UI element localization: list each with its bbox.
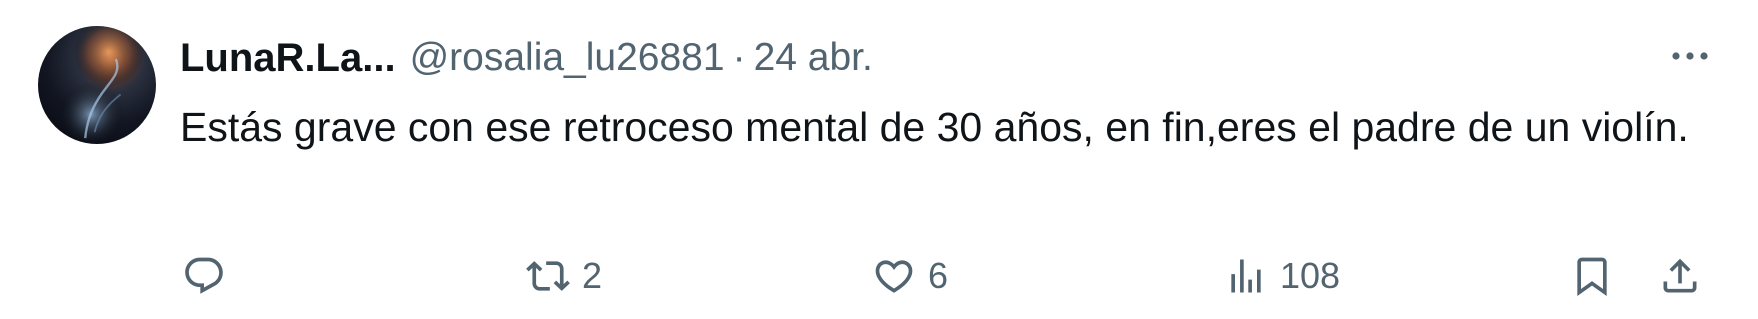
header-separator: · [732, 36, 746, 79]
reply-button[interactable] [182, 246, 238, 306]
action-bar: 2 6 108 [0, 246, 1758, 306]
retweet-count: 2 [582, 255, 603, 296]
tweet-date[interactable]: 24 abr. [754, 36, 873, 80]
avatar-image [38, 26, 156, 144]
retweet-icon [526, 261, 570, 291]
heart-icon [875, 260, 913, 293]
views-chart-icon [1231, 259, 1261, 293]
views-count: 108 [1280, 255, 1341, 296]
like-count: 6 [928, 255, 949, 296]
author-display-name[interactable]: LunaR.La... [180, 36, 396, 81]
avatar[interactable] [38, 26, 156, 144]
more-options-icon [1672, 52, 1708, 60]
tweet-card[interactable]: LunaR.La... @rosalia_lu26881 · 24 abr. E… [0, 0, 1758, 319]
retweet-button[interactable]: 2 [526, 246, 602, 306]
author-handle[interactable]: @rosalia_lu26881 [410, 36, 725, 80]
reply-icon [185, 257, 223, 294]
tweet-text: Estás grave con ese retroceso mental de … [180, 104, 1689, 150]
share-icon [1663, 258, 1697, 293]
more-options-button[interactable] [1662, 36, 1718, 76]
views-button[interactable]: 108 [1224, 246, 1340, 306]
bookmark-icon [1577, 257, 1607, 297]
bookmark-button[interactable] [1570, 246, 1614, 306]
share-button[interactable] [1658, 246, 1702, 306]
tweet-header: LunaR.La... @rosalia_lu26881 · 24 abr. [180, 30, 873, 86]
like-button[interactable]: 6 [872, 246, 948, 306]
